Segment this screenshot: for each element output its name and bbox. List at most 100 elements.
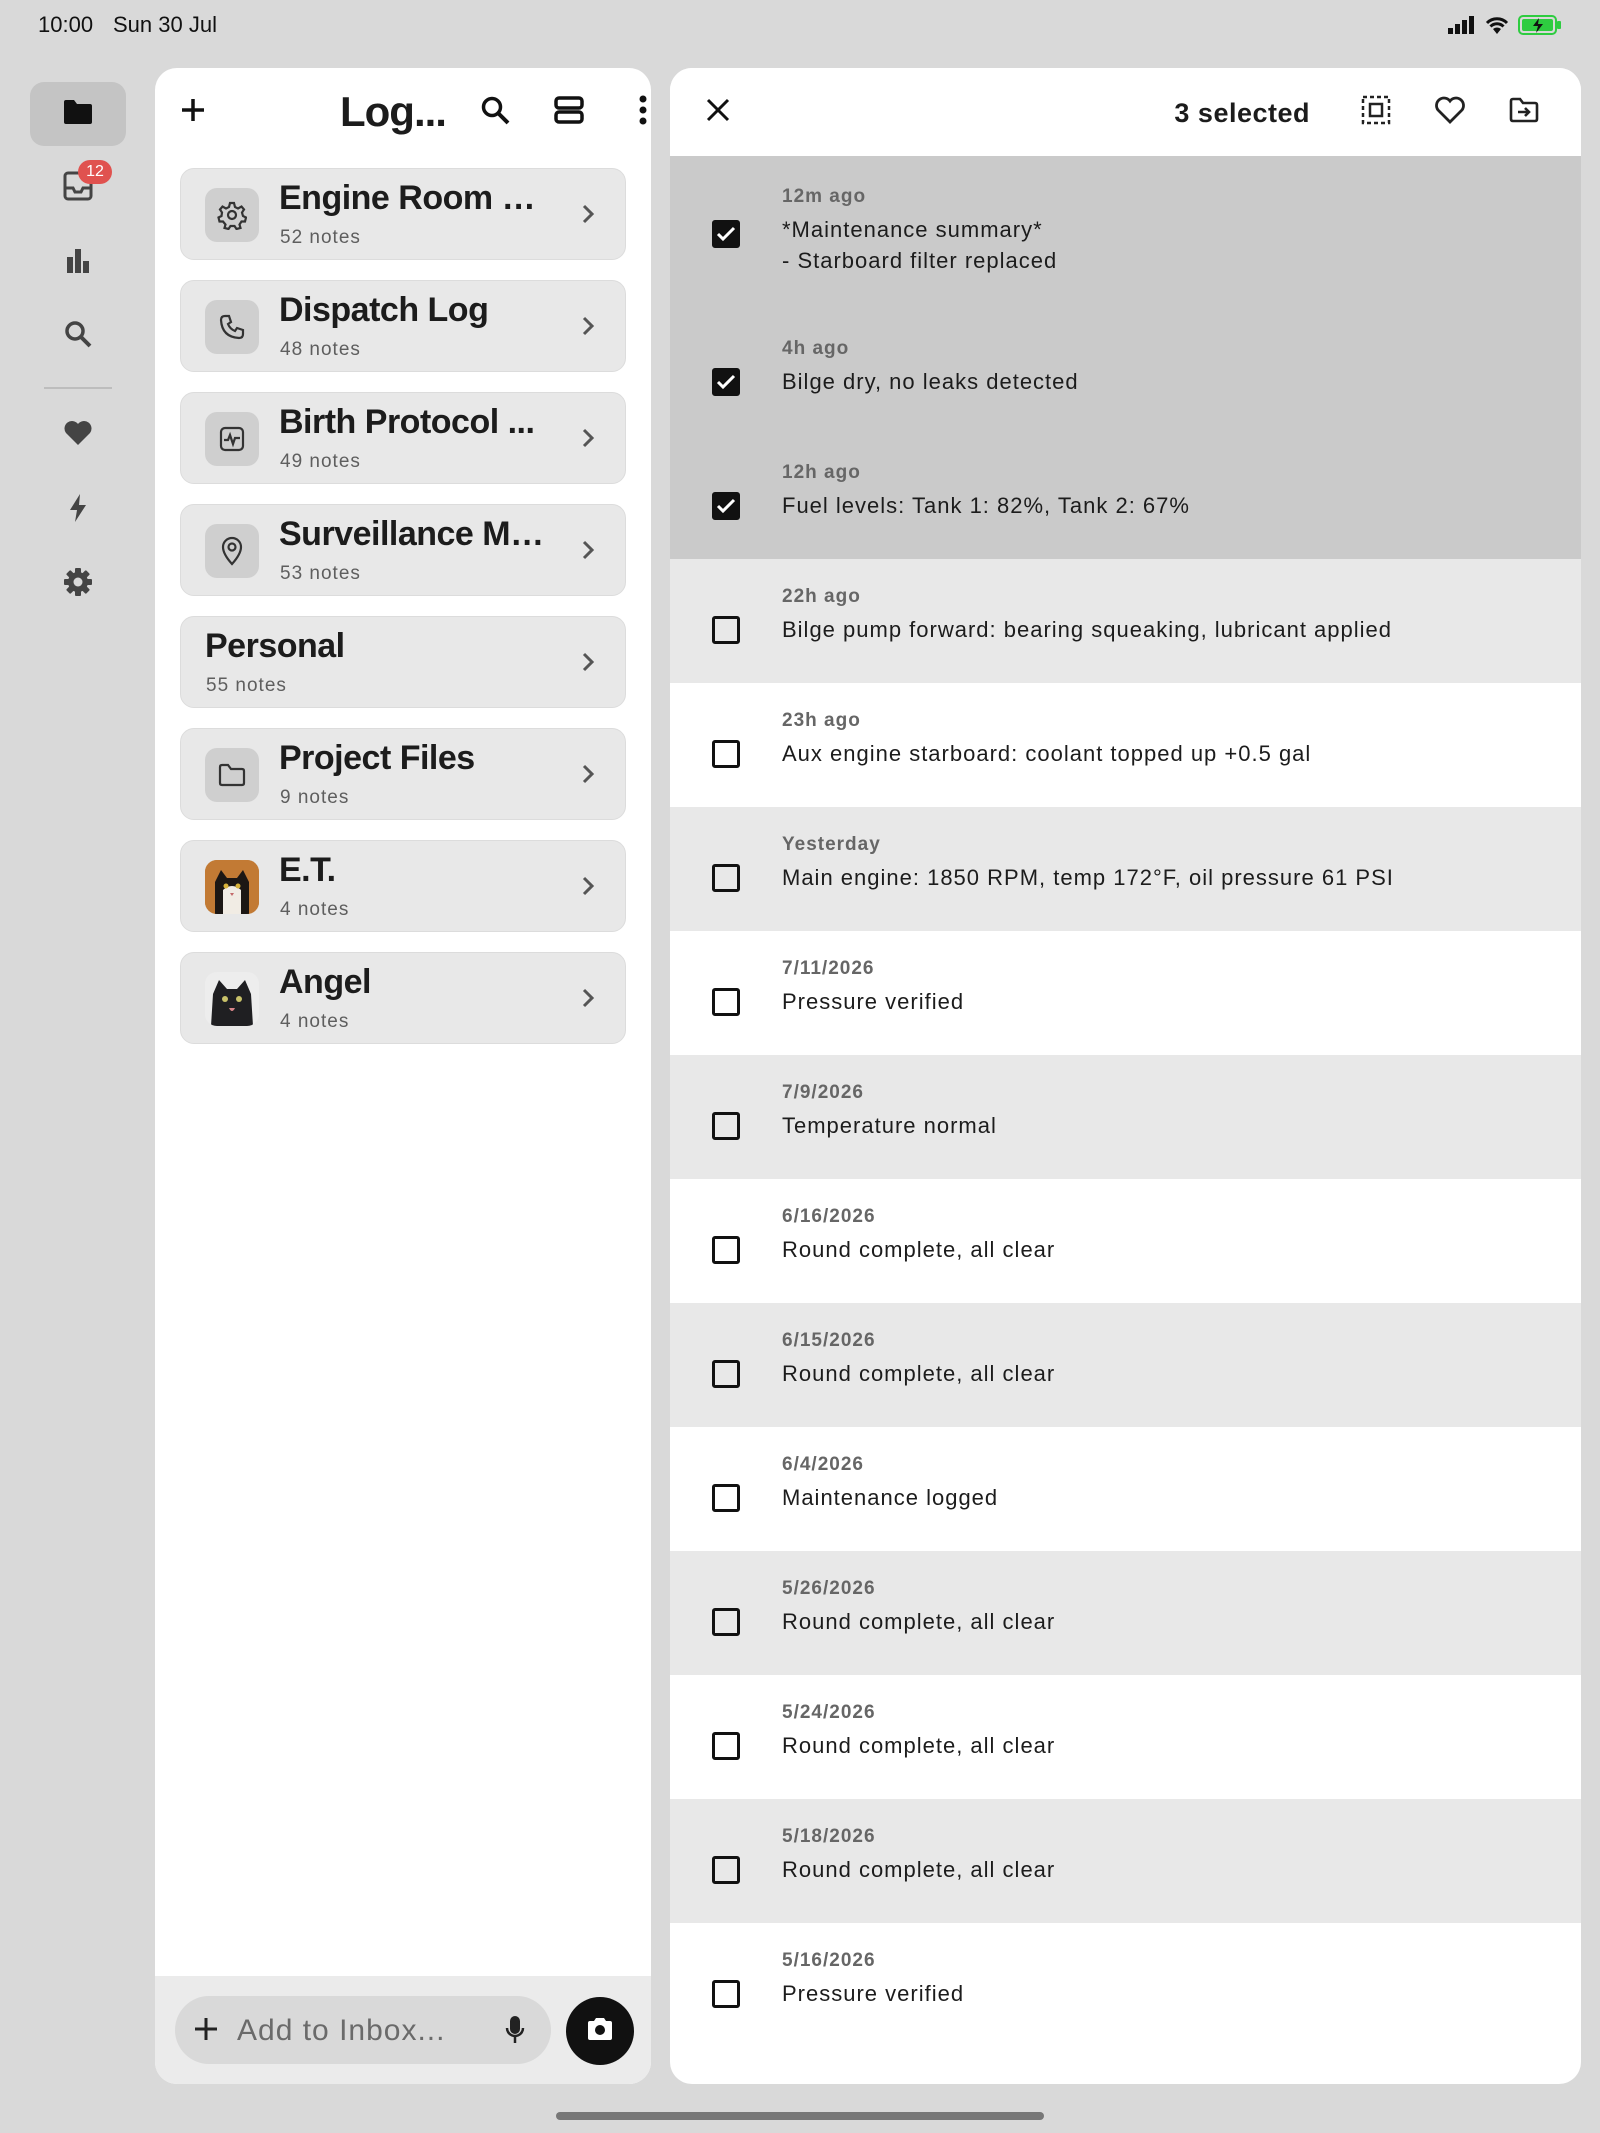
checkbox[interactable] <box>712 616 740 644</box>
status-date: Sun 30 Jul <box>113 12 217 37</box>
notebook-card[interactable]: Project Files 9 notes <box>180 728 626 820</box>
notebook-card[interactable]: E.T. 4 notes <box>180 840 626 932</box>
note-text: Round complete, all clear <box>782 1733 1056 1758</box>
note-row[interactable]: 22h ago Bilge pump forward: bearing squea… <box>670 559 1581 683</box>
heart-icon <box>63 419 93 452</box>
note-text: Round complete, all clear <box>782 1609 1056 1634</box>
rail-item-search[interactable] <box>30 304 126 368</box>
checkbox[interactable] <box>712 1484 740 1512</box>
note-timestamp: 12h ago <box>782 462 861 483</box>
favorite-button[interactable] <box>1420 82 1480 142</box>
close-selection-button[interactable] <box>688 82 748 142</box>
note-timestamp: 5/16/2026 <box>782 1950 876 1971</box>
rail-item-favorites[interactable] <box>30 403 126 467</box>
notebook-card[interactable]: Surveillance Mil... 53 notes <box>180 504 626 596</box>
notebook-card[interactable]: Birth Protocol ... 49 notes <box>180 392 626 484</box>
note-row[interactable]: 6/4/2026 Maintenance logged <box>670 1427 1581 1551</box>
note-text: Round complete, all clear <box>782 1361 1056 1386</box>
status-icons <box>1448 14 1562 41</box>
note-timestamp: 6/16/2026 <box>782 1206 876 1227</box>
note-row[interactable]: 7/11/2026 Pressure verified <box>670 931 1581 1055</box>
rail-item-settings[interactable] <box>30 552 126 616</box>
checkbox[interactable] <box>712 740 740 768</box>
status-bar: 10:00 Sun 30 Jul <box>0 0 1600 50</box>
note-text: Main engine: 1850 RPM, temp 172°F, oil p… <box>782 865 1394 890</box>
checkbox[interactable] <box>712 988 740 1016</box>
note-timestamp: Yesterday <box>782 834 881 855</box>
note-row[interactable]: Yesterday Main engine: 1850 RPM, temp 172… <box>670 807 1581 931</box>
checkbox[interactable] <box>712 1732 740 1760</box>
note-row[interactable]: 12h ago Fuel levels: Tank 1: 82%, Tank 2:… <box>670 435 1581 559</box>
checkbox-checked[interactable] <box>712 368 740 396</box>
chevron-right-icon <box>581 875 595 902</box>
notebook-count: 4 notes <box>280 899 350 920</box>
checkbox[interactable] <box>712 1980 740 2008</box>
selection-toolbar: 3 selected <box>670 68 1581 156</box>
add-notebook-button[interactable] <box>163 82 223 142</box>
note-row[interactable]: 7/9/2026 Temperature normal <box>670 1055 1581 1179</box>
checkbox-checked[interactable] <box>712 220 740 248</box>
note-timestamp: 22h ago <box>782 586 861 607</box>
notebook-name: Birth Protocol ... <box>279 403 535 441</box>
checkbox[interactable] <box>712 1360 740 1388</box>
notebook-card[interactable]: Angel 4 notes <box>180 952 626 1044</box>
note-row[interactable]: 6/15/2026 Round complete, all clear <box>670 1303 1581 1427</box>
notebook-name: Engine Room R... <box>279 179 549 217</box>
checkbox[interactable] <box>712 864 740 892</box>
note-row[interactable]: 23h ago Aux engine starboard: coolant top… <box>670 683 1581 807</box>
notebook-name: Project Files <box>279 739 475 777</box>
add-to-inbox-input[interactable]: Add to Inbox... <box>175 1996 551 2064</box>
camera-button[interactable] <box>566 1997 634 2065</box>
move-to-folder-button[interactable] <box>1494 82 1554 142</box>
inbox-badge: 12 <box>78 160 112 184</box>
pulse-icon <box>205 412 259 466</box>
search-notebooks-button[interactable] <box>465 82 525 142</box>
notebook-name: Surveillance Mil... <box>279 515 549 553</box>
rail-item-stats[interactable] <box>30 230 126 294</box>
heart-outline-icon <box>1434 95 1466 130</box>
notebook-card[interactable]: Engine Room R... 52 notes <box>180 168 626 260</box>
more-menu-button[interactable] <box>613 82 651 142</box>
notebook-card[interactable]: Dispatch Log 48 notes <box>180 280 626 372</box>
chevron-right-icon <box>581 315 595 342</box>
gear-icon <box>63 567 93 602</box>
move-to-folder-icon <box>1508 96 1540 129</box>
checkbox[interactable] <box>712 1856 740 1884</box>
note-text: Pressure verified <box>782 1981 965 2006</box>
note-text: Aux engine starboard: coolant topped up … <box>782 741 1312 766</box>
microphone-icon[interactable] <box>505 2014 525 2051</box>
note-row[interactable]: 5/16/2026 Pressure verified <box>670 1923 1581 2047</box>
note-timestamp: 6/15/2026 <box>782 1330 876 1351</box>
checkbox[interactable] <box>712 1236 740 1264</box>
note-text: Temperature normal <box>782 1113 997 1138</box>
note-row[interactable]: 5/26/2026 Round complete, all clear <box>670 1551 1581 1675</box>
note-timestamp: 4h ago <box>782 338 850 359</box>
checkbox[interactable] <box>712 1608 740 1636</box>
select-all-icon <box>1361 95 1391 130</box>
cellular-signal-icon <box>1448 16 1476 39</box>
checkbox-checked[interactable] <box>712 492 740 520</box>
checkbox[interactable] <box>712 1112 740 1140</box>
move-to-inbox-button[interactable] <box>1568 82 1581 142</box>
checkmark-icon <box>716 226 736 242</box>
notebook-card[interactable]: Personal 55 notes <box>180 616 626 708</box>
note-row[interactable]: 5/24/2026 Round complete, all clear <box>670 1675 1581 1799</box>
notebooks-panel: Log... Engine Room R... 52 notes Dispatc… <box>155 68 651 2084</box>
close-icon <box>706 98 730 127</box>
home-indicator[interactable] <box>556 2112 1044 2120</box>
note-row[interactable]: 4h ago Bilge dry, no leaks detected <box>670 311 1581 435</box>
select-all-button[interactable] <box>1346 82 1406 142</box>
rail-item-inbox[interactable]: 12 <box>30 156 126 220</box>
note-row[interactable]: 6/16/2026 Round complete, all clear <box>670 1179 1581 1303</box>
notebook-name: Dispatch Log <box>279 291 489 329</box>
note-row[interactable]: 12m ago *Maintenance summary* - Starboard… <box>670 156 1581 311</box>
notebook-count: 4 notes <box>280 1011 350 1032</box>
rail-item-folders[interactable] <box>30 82 126 146</box>
view-toggle-button[interactable] <box>539 82 599 142</box>
note-row[interactable]: 5/18/2026 Round complete, all clear <box>670 1799 1581 1923</box>
rail-item-quick[interactable] <box>30 478 126 542</box>
note-text: Maintenance logged <box>782 1485 999 1510</box>
status-time: 10:00 <box>38 12 94 37</box>
note-timestamp: 7/11/2026 <box>782 958 875 979</box>
gear-icon <box>205 188 259 242</box>
